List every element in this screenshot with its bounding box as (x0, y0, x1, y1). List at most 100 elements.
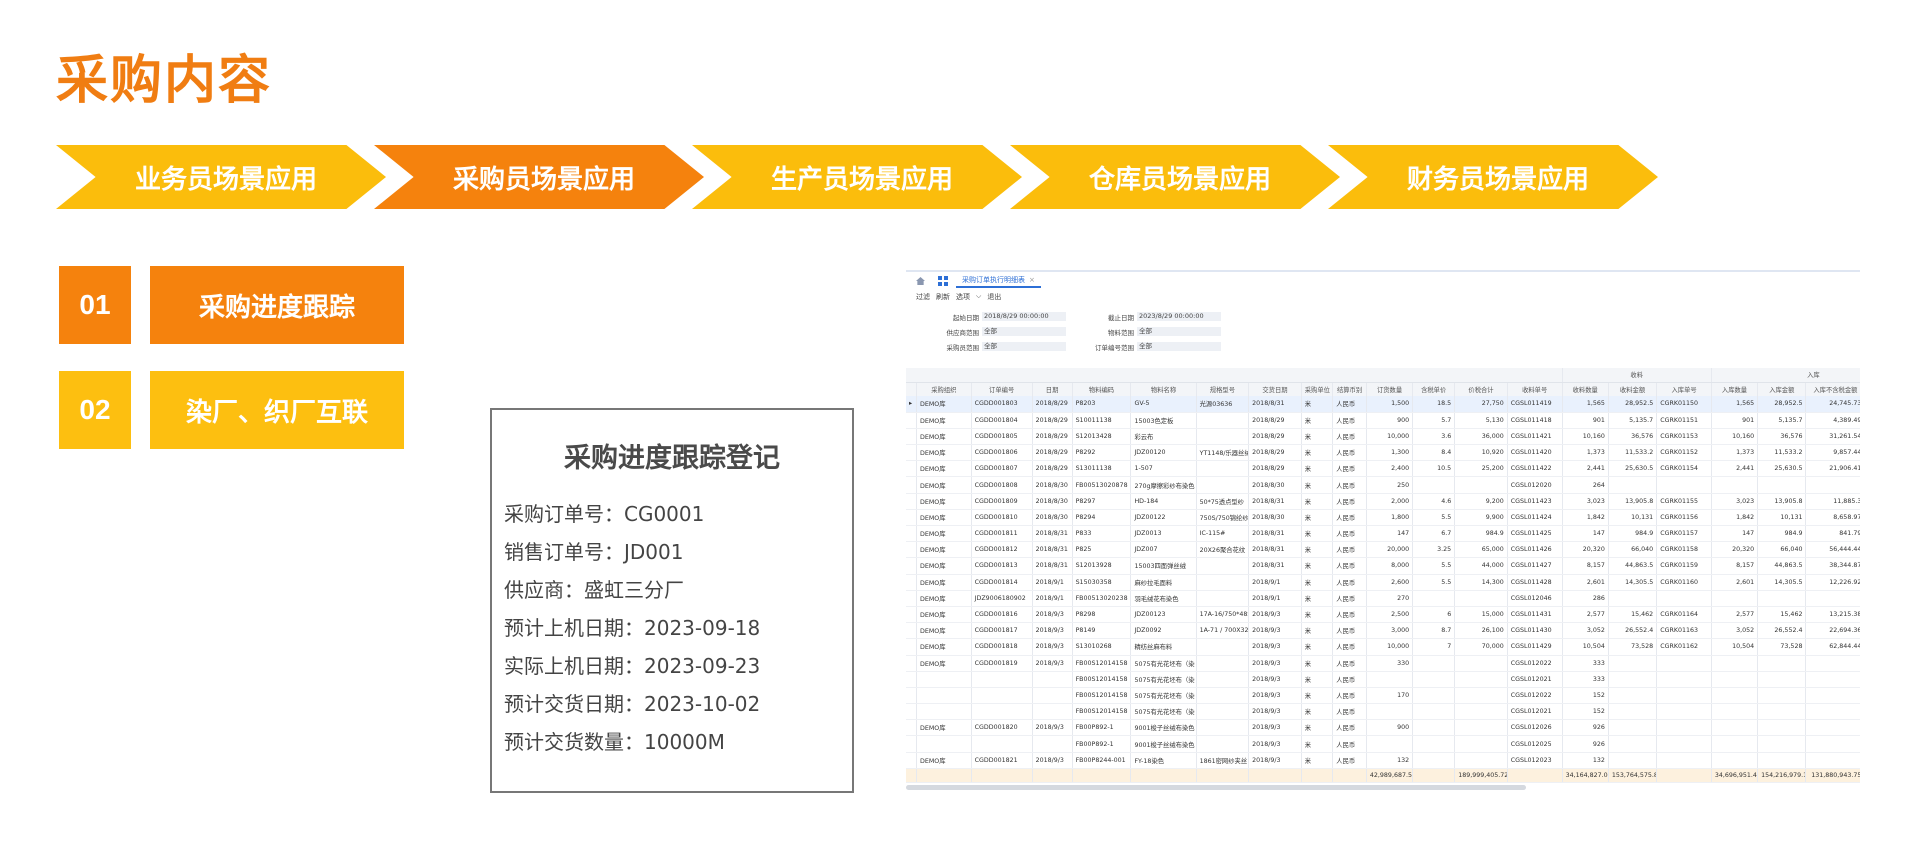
column-header[interactable]: 日期 (1032, 382, 1073, 396)
table-cell: 1,842 (1711, 509, 1759, 527)
step-warehouse[interactable]: 仓库员场景应用 (1010, 145, 1340, 209)
column-header[interactable]: 物料名称 (1130, 382, 1197, 396)
table-cell: 米 (1301, 460, 1334, 478)
table-cell: 米 (1301, 671, 1334, 688)
menu-item-progress-tracking[interactable]: 采购进度跟踪 (150, 266, 404, 344)
total-cell: 189,999,405.72 (1454, 768, 1508, 783)
table-row[interactable]: DEMO库 CGDD001805 2018/8/29 S12013428 彩云布 2018… (906, 428, 1860, 446)
table-cell: 2018/8/31 (1248, 541, 1302, 559)
table-cell: DEMO库 (916, 509, 972, 527)
table-cell: 20,320 (1562, 541, 1609, 559)
table-cell: 50*75透点型纱 (1196, 493, 1250, 510)
table-row[interactable]: DEMO库 CGDD001813 2018/8/31 S12013928 15003四面… (906, 557, 1860, 575)
table-row[interactable]: FB00S12014158 5075有光花坯布（染 2018/9/3 米人民币 CGSL… (906, 671, 1860, 688)
table-row[interactable]: ▸ DEMO库 CGDD001803 2018/8/29 P8203 GV-5 光源0363… (906, 396, 1860, 413)
table-cell (1608, 719, 1658, 737)
column-header[interactable]: 收料单号 (1507, 382, 1563, 396)
total-cell (1412, 768, 1456, 783)
step-production[interactable]: 生产员场景应用 (692, 145, 1022, 209)
table-row[interactable]: DEMO库 CGDD001821 2018/9/3 FB00P8244-001 FY-1… (906, 752, 1860, 769)
table-row[interactable]: DEMO库 CGDD001811 2018/8/31 P833 JDZ0013 IC-11… (906, 525, 1860, 543)
buyer-input[interactable]: 全部 (982, 342, 1066, 351)
chevron-down-icon[interactable]: ⌵ (976, 292, 981, 304)
material-input[interactable]: 全部 (1137, 327, 1221, 336)
menu-item-factory-link[interactable]: 染厂、织厂互联 (150, 371, 404, 449)
column-header[interactable]: 结算币别 (1332, 382, 1367, 396)
column-header[interactable]: 收料金额 (1608, 382, 1658, 396)
column-header[interactable]: 规格型号 (1196, 382, 1250, 396)
table-row[interactable]: DEMO库 CGDD001819 2018/9/3 FB00S12014158 5075… (906, 655, 1860, 672)
table-row[interactable]: DEMO库 JDZ9006180902 2018/9/1 FB00513020238 羽… (906, 590, 1860, 607)
horizontal-scrollbar[interactable] (906, 785, 1526, 790)
table-cell: YT1148/乐器丝绒 (1196, 444, 1250, 462)
end-date-input[interactable]: 2023/8/29 00:00:00 (1137, 312, 1221, 321)
table-row[interactable]: FB00S12014158 5075有光花坯布（染 2018/9/3 米人民币 170 C… (906, 687, 1860, 705)
table-row[interactable]: DEMO库 CGDD001818 2018/9/3 S13010268 精纺丝麻布料 20… (906, 638, 1860, 656)
tab-purchase-order-detail[interactable]: 采购订单执行明细表 × (956, 274, 1041, 288)
table-row[interactable]: DEMO库 CGDD001820 2018/9/3 FB00P892-1 9001梭子丝… (906, 719, 1860, 737)
table-cell: 1,300 (1366, 444, 1414, 462)
column-header[interactable]: 物料编码 (1072, 382, 1132, 396)
apps-grid-icon[interactable] (938, 276, 948, 286)
home-icon[interactable] (916, 277, 925, 285)
table-cell: 2,500 (1366, 606, 1414, 624)
column-header[interactable]: 入库金额 (1757, 382, 1807, 396)
column-header[interactable]: 交货日期 (1248, 382, 1302, 396)
table-row[interactable]: DEMO库 CGDD001816 2018/9/3 P8298 JDZ00123 17A-… (906, 606, 1860, 624)
column-header[interactable]: 含税单价 (1412, 382, 1456, 396)
table-cell (971, 687, 1033, 705)
table-cell (1805, 687, 1860, 705)
toolbar-filter[interactable]: 过滤 (916, 292, 930, 304)
column-header[interactable]: 入库不含税金额 (1805, 382, 1860, 396)
table-row[interactable]: FB00S12014158 5075有光花坯布（染 2018/9/3 米人民币 CGSL… (906, 703, 1860, 721)
table-cell: CGDD001818 (971, 638, 1033, 656)
scenario-steps: 业务员场景应用 采购员场景应用 生产员场景应用 仓库员场景应用 财务员场景应用 (56, 145, 1666, 209)
column-header[interactable]: 订货数量 (1366, 382, 1414, 396)
table-row[interactable]: DEMO库 CGDD001817 2018/9/3 P8149 JDZ0092 1A-71… (906, 622, 1860, 640)
table-row[interactable]: DEMO库 CGDD001807 2018/8/29 S13011138 1-507 20… (906, 460, 1860, 478)
column-header[interactable]: 订单编号 (971, 382, 1033, 396)
table-cell: 26,100 (1454, 622, 1508, 640)
table-cell (1608, 703, 1658, 721)
step-finance[interactable]: 财务员场景应用 (1328, 145, 1658, 209)
order-input[interactable]: 全部 (1137, 342, 1221, 351)
table-cell: FB00S12014158 (1072, 703, 1132, 721)
row-indicator (906, 493, 917, 510)
toolbar-exit[interactable]: 退出 (987, 292, 1001, 304)
table-row[interactable]: DEMO库 CGDD001806 2018/8/29 P8292 JDZ00120 YT1… (906, 444, 1860, 462)
table-cell: CGSL011423 (1507, 493, 1563, 510)
table-row[interactable]: DEMO库 CGDD001810 2018/8/30 P8294 JDZ00122 750… (906, 509, 1860, 527)
table-cell: 2018/9/3 (1248, 606, 1302, 624)
table-row[interactable]: DEMO库 CGDD001814 2018/9/1 S15030358 麻纱拉毛面料 20… (906, 574, 1860, 591)
column-header[interactable]: 价税合计 (1454, 382, 1508, 396)
table-row[interactable]: FB00P892-1 9001梭子丝绒布染色 2018/9/3 米人民币 CGSL012… (906, 735, 1860, 753)
table-cell (1412, 655, 1456, 672)
supplier-input[interactable]: 全部 (982, 327, 1066, 336)
table-cell: 2,441 (1711, 460, 1759, 478)
step-salesman[interactable]: 业务员场景应用 (56, 145, 386, 209)
column-header[interactable]: 采购组织 (916, 382, 972, 396)
table-row[interactable]: DEMO库 CGDD001809 2018/8/30 P8297 HD-184 50*75… (906, 493, 1860, 510)
table-cell (1412, 671, 1456, 688)
table-cell: 984.9 (1757, 525, 1807, 543)
close-icon[interactable]: × (1029, 276, 1035, 284)
column-header[interactable]: 收料数量 (1562, 382, 1609, 396)
start-date-input[interactable]: 2018/8/29 00:00:00 (982, 312, 1066, 321)
toolbar-refresh[interactable]: 刷新 (936, 292, 950, 304)
table-cell (1656, 671, 1712, 688)
column-header[interactable]: 采购单位 (1301, 382, 1334, 396)
table-row[interactable]: DEMO库 CGDD001808 2018/8/30 FB00513020878 270… (906, 476, 1860, 494)
table-row[interactable]: DEMO库 CGDD001812 2018/8/31 P825 JDZ007 20X26聚… (906, 541, 1860, 559)
table-cell: 25,630.5 (1608, 460, 1658, 478)
table-row[interactable]: DEMO库 CGDD001804 2018/8/29 S10011138 15003色定… (906, 412, 1860, 429)
table-cell: P8292 (1072, 444, 1132, 462)
table-cell (1711, 703, 1759, 721)
table-cell: CGDD001808 (971, 476, 1033, 494)
toolbar-options[interactable]: 选项 (956, 292, 970, 304)
table-cell: P8298 (1072, 606, 1132, 624)
column-header[interactable]: 入库单号 (1656, 382, 1712, 396)
column-header[interactable]: 入库数量 (1711, 382, 1759, 396)
table-cell: 彩云布 (1130, 428, 1197, 446)
table-cell (1196, 412, 1250, 429)
step-purchaser[interactable]: 采购员场景应用 (374, 145, 704, 209)
